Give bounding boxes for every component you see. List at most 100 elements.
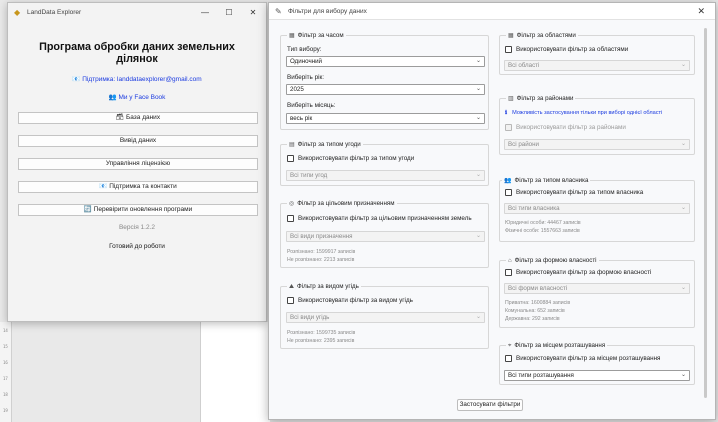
purpose-filter-title: Фільтр за цільовим призначенням bbox=[297, 200, 395, 207]
close-button[interactable]: ✕ bbox=[697, 6, 705, 17]
time-filter-group: ▦ Фільтр за часом Тип вибору: Одиночний ⌄ … bbox=[280, 32, 489, 130]
deal-type-checkbox[interactable]: Використовувати фільтр за типом угоди bbox=[287, 155, 414, 162]
location-checkbox[interactable]: Використовувати фільтр за місцем розташу… bbox=[505, 355, 660, 362]
legal-entities-stat: Юридичні особи: 44467 записів bbox=[505, 220, 581, 226]
location-filter-group: ⌖ Фільтр за місцем розташування Використо… bbox=[499, 342, 695, 385]
ruler-mark: 15 bbox=[3, 344, 8, 349]
district-select[interactable]: Всі райони ⌄ bbox=[504, 139, 690, 150]
land-type-checkbox[interactable]: Використовувати фільтр за видом угідь bbox=[287, 297, 413, 304]
license-management-button[interactable]: Управління ліцензією bbox=[18, 158, 258, 170]
ruler-mark: 17 bbox=[3, 376, 8, 381]
maximize-button[interactable]: ☐ bbox=[224, 8, 234, 17]
main-window-titlebar[interactable]: ◆ LandData Explorer — ☐ ✕ bbox=[8, 3, 266, 21]
pin-icon: ⌖ bbox=[508, 343, 512, 349]
ruler-mark: 16 bbox=[3, 360, 8, 365]
ruler-mark: 18 bbox=[3, 392, 8, 397]
info-icon: ℹ bbox=[505, 110, 508, 116]
support-contacts-button[interactable]: 📧 Підтримка та контакти bbox=[18, 181, 258, 193]
background-document-page bbox=[200, 322, 270, 422]
region-checkbox[interactable]: Використовувати фільтр за областями bbox=[505, 46, 628, 53]
dialog-scrollbar[interactable] bbox=[704, 28, 707, 398]
owner-type-select[interactable]: Всі типи власника ⌄ bbox=[504, 203, 690, 214]
apply-filters-button[interactable]: Застосувати фільтри bbox=[457, 399, 523, 411]
year-select[interactable]: 2025 ⌄ bbox=[286, 84, 485, 95]
filter-dialog-titlebar[interactable]: ✎ Фільтри для вибору даних ✕ bbox=[269, 3, 715, 20]
ruler-mark: 14 bbox=[3, 328, 8, 333]
chevron-down-icon: ⌄ bbox=[475, 172, 481, 178]
region-select[interactable]: Всі області ⌄ bbox=[504, 60, 690, 71]
purpose-unrecognized-stat: Не розпізнано: 2213 записів bbox=[287, 257, 355, 263]
owner-type-checkbox[interactable]: Використовувати фільтр за типом власника bbox=[505, 189, 643, 196]
app-heading: Програма обробки даних земельних ділянок bbox=[39, 41, 235, 65]
location-select[interactable]: Всі типи розташування ⌄ bbox=[504, 370, 690, 381]
main-window-title: LandData Explorer bbox=[27, 8, 82, 16]
individuals-stat: Фізичні особи: 1557663 записів bbox=[505, 228, 580, 234]
document-icon: ▤ bbox=[289, 142, 295, 148]
check-updates-button[interactable]: 🔄 Перевірити оновлення програми bbox=[18, 204, 258, 216]
land-type-select[interactable]: Всі види угідь ⌄ bbox=[286, 312, 485, 323]
ownership-form-select[interactable]: Всі форми власності ⌄ bbox=[504, 283, 690, 294]
database-button[interactable]: 🗃 База даних bbox=[18, 112, 258, 124]
owner-type-filter-title: Фільтр за типом власника bbox=[514, 177, 589, 184]
chevron-down-icon: ⌄ bbox=[475, 233, 481, 239]
purpose-recognized-stat: Розпізнано: 1599917 записів bbox=[287, 249, 356, 255]
chevron-down-icon: ⌄ bbox=[680, 285, 686, 291]
land-unrecognized-stat: Не розпізнано: 2395 записів bbox=[287, 338, 355, 344]
support-email-link[interactable]: 📧 Підтримка: landdataexplorer@gmail.com bbox=[18, 75, 256, 83]
chevron-down-icon: ⌄ bbox=[475, 115, 481, 121]
chevron-down-icon: ⌄ bbox=[680, 372, 686, 378]
year-label: Виберіть рік: bbox=[287, 74, 324, 81]
region-filter-group: ▦ Фільтр за областями Використовувати філ… bbox=[499, 32, 695, 75]
target-icon: ◎ bbox=[289, 201, 295, 207]
state-stat: Державна: 292 записів bbox=[505, 316, 560, 322]
house-icon: ⌂ bbox=[508, 258, 512, 264]
ownership-form-checkbox[interactable]: Використовувати фільтр за формою власнос… bbox=[505, 269, 651, 276]
chevron-down-icon: ⌄ bbox=[680, 62, 686, 68]
facebook-link[interactable]: 👥 Ми у Face Book bbox=[18, 93, 256, 101]
land-type-filter-title: Фільтр за видом угідь bbox=[297, 283, 359, 290]
status-label: Готовий до роботи bbox=[109, 243, 165, 250]
land-recognized-stat: Розпізнано: 1599735 записів bbox=[287, 330, 356, 336]
minimize-button[interactable]: — bbox=[200, 8, 210, 17]
calendar-icon: ▦ bbox=[289, 33, 295, 39]
month-label: Виберіть місяць: bbox=[287, 102, 336, 109]
private-stat: Приватна: 1600884 записів bbox=[505, 300, 571, 306]
district-checkbox[interactable]: Використовувати фільтр за районами bbox=[505, 124, 626, 131]
chevron-down-icon: ⌄ bbox=[680, 205, 686, 211]
land-type-filter-group: ⛰ Фільтр за видом угідь Використовувати ф… bbox=[280, 283, 489, 349]
map-icon: ▦ bbox=[508, 33, 514, 39]
region-filter-title: Фільтр за областями bbox=[516, 32, 576, 39]
chevron-down-icon: ⌄ bbox=[475, 86, 481, 92]
chevron-down-icon: ⌄ bbox=[680, 141, 686, 147]
app-logo-icon: ◆ bbox=[14, 7, 21, 17]
communal-stat: Комунальна: 652 записів bbox=[505, 308, 565, 314]
month-select[interactable]: весь рік ⌄ bbox=[286, 113, 485, 124]
document-ruler: 14 15 16 17 18 19 bbox=[0, 322, 12, 422]
version-label: Версія 1.2.2 bbox=[118, 224, 156, 231]
land-icon: ⛰ bbox=[289, 284, 295, 290]
deal-type-select[interactable]: Всі типи угод ⌄ bbox=[286, 170, 485, 181]
purpose-select[interactable]: Всі види призначення ⌄ bbox=[286, 231, 485, 242]
deal-type-filter-title: Фільтр за типом угоди bbox=[297, 141, 361, 148]
close-button[interactable]: ✕ bbox=[248, 8, 258, 17]
main-app-window: ◆ LandData Explorer — ☐ ✕ Програма оброб… bbox=[7, 2, 267, 322]
ownership-form-filter-title: Фільтр за формою власності bbox=[514, 257, 597, 264]
district-info-note: ℹ Можливість застосування тільки при вибо… bbox=[505, 110, 663, 116]
selection-type-select[interactable]: Одиночний ⌄ bbox=[286, 56, 485, 67]
purpose-checkbox[interactable]: Використовувати фільтр за цільовим призн… bbox=[287, 215, 472, 222]
owner-type-filter-group: 👥 Фільтр за типом власника Використовуват… bbox=[499, 177, 695, 242]
ownership-form-filter-group: ⌂ Фільтр за формою власності Використовув… bbox=[499, 257, 695, 328]
data-output-button[interactable]: Вивід даних bbox=[18, 135, 258, 147]
building-icon: ▥ bbox=[508, 96, 514, 102]
district-filter-group: ▥ Фільтр за районами ℹ Можливість застосув… bbox=[499, 95, 695, 155]
selection-type-label: Тип вибору: bbox=[287, 46, 322, 53]
chevron-down-icon: ⌄ bbox=[475, 314, 481, 320]
people-icon: 👥 bbox=[504, 178, 512, 184]
deal-type-filter-group: ▤ Фільтр за типом угоди Використовувати ф… bbox=[280, 141, 489, 186]
time-filter-title: Фільтр за часом bbox=[297, 32, 344, 39]
location-filter-title: Фільтр за місцем розташування bbox=[514, 342, 606, 349]
purpose-filter-group: ◎ Фільтр за цільовим призначенням Викорис… bbox=[280, 200, 489, 268]
filter-dialog-title: Фільтри для вибору даних bbox=[288, 7, 367, 15]
ruler-mark: 19 bbox=[3, 408, 8, 413]
feather-icon: ✎ bbox=[275, 6, 282, 16]
